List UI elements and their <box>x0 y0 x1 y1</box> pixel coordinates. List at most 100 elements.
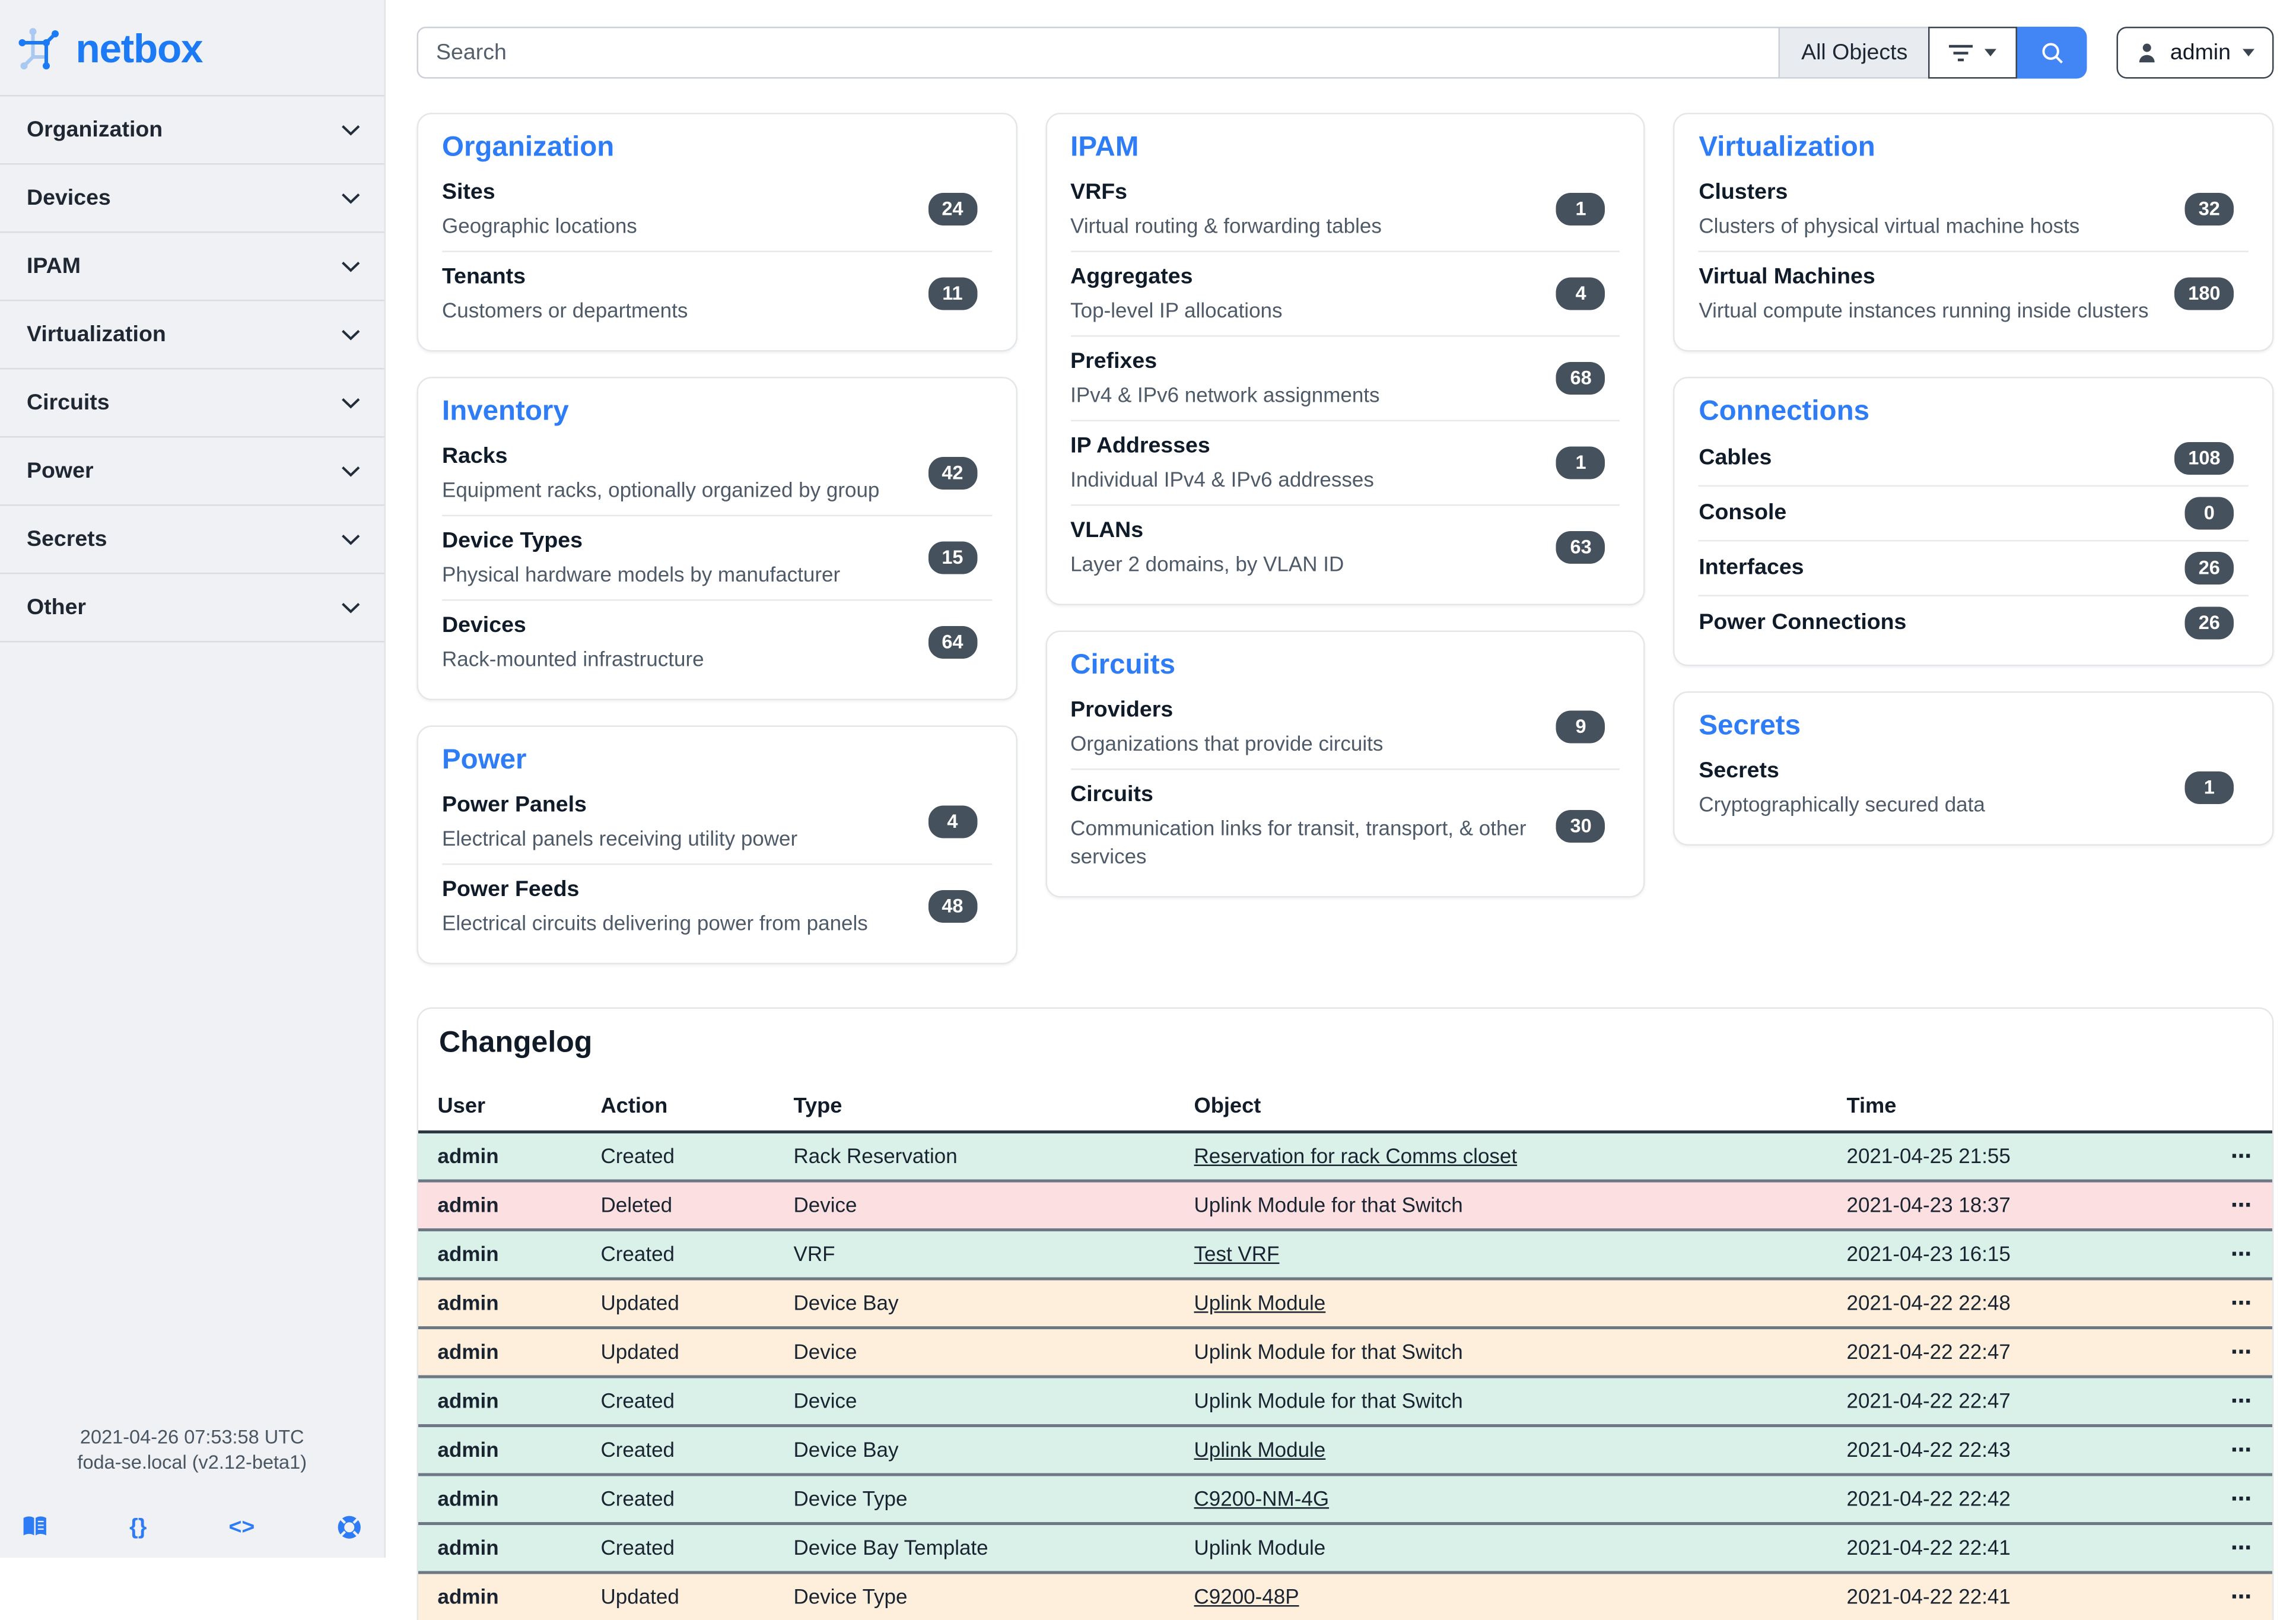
card-item-vrfs[interactable]: VRFs Virtual routing & forwarding tables… <box>1070 168 1620 251</box>
search-input[interactable] <box>417 27 1779 79</box>
card-item-sites[interactable]: Sites Geographic locations 24 <box>442 168 992 251</box>
card-item-racks[interactable]: Racks Equipment racks, optionally organi… <box>442 432 992 515</box>
row-menu-button[interactable]: ⋯ <box>2198 1328 2272 1377</box>
card-item-vlans[interactable]: VLANs Layer 2 domains, by VLAN ID 63 <box>1070 504 1620 589</box>
card-item-power-connections[interactable]: Power Connections 26 <box>1699 595 2249 650</box>
count-badge[interactable]: 63 <box>1556 531 1605 564</box>
sidebar-item-other[interactable]: Other <box>0 574 384 643</box>
card-item-aggregates[interactable]: Aggregates Top-level IP allocations 4 <box>1070 251 1620 336</box>
count-badge[interactable]: 180 <box>2175 278 2234 310</box>
brand-logo[interactable]: netbox <box>0 0 384 95</box>
card-item-label[interactable]: IP Addresses <box>1070 432 1374 462</box>
object-link[interactable]: Uplink Module <box>1194 1291 1326 1314</box>
count-badge[interactable]: 24 <box>928 193 977 225</box>
count-badge[interactable]: 11 <box>928 278 977 310</box>
card-item-tenants[interactable]: Tenants Customers or departments 11 <box>442 251 992 336</box>
card-item-power-panels[interactable]: Power Panels Electrical panels receiving… <box>442 780 992 863</box>
object-link[interactable]: C9200-48P <box>1194 1584 1299 1608</box>
row-menu-button[interactable]: ⋯ <box>2198 1524 2272 1573</box>
count-badge[interactable]: 9 <box>1556 711 1605 744</box>
count-badge[interactable]: 68 <box>1556 362 1605 395</box>
card-item-console[interactable]: Console 0 <box>1699 485 2249 541</box>
braces-icon[interactable]: {} <box>129 1514 147 1539</box>
card-item-devices[interactable]: Devices Rack-mounted infrastructure 64 <box>442 599 992 684</box>
card-item-device-types[interactable]: Device Types Physical hardware models by… <box>442 515 992 600</box>
count-badge[interactable]: 48 <box>928 890 977 923</box>
count-badge[interactable]: 32 <box>2185 193 2234 225</box>
object-link[interactable]: Test VRF <box>1194 1242 1280 1266</box>
row-menu-button[interactable]: ⋯ <box>2198 1279 2272 1328</box>
card-item-prefixes[interactable]: Prefixes IPv4 & IPv6 network assignments… <box>1070 335 1620 420</box>
card-item-label[interactable]: Aggregates <box>1070 263 1282 293</box>
count-badge[interactable]: 15 <box>928 542 977 574</box>
search-button[interactable] <box>2017 27 2087 79</box>
count-badge[interactable]: 4 <box>928 806 977 838</box>
sidebar-item-devices[interactable]: Devices <box>0 165 384 233</box>
filter-button[interactable] <box>1928 27 2017 79</box>
card-item-circuits[interactable]: Circuits Communication links for transit… <box>1070 768 1620 881</box>
search-scope-select[interactable]: All Objects <box>1779 27 1930 79</box>
card-item-clusters[interactable]: Clusters Clusters of physical virtual ma… <box>1699 168 2249 251</box>
card-item-label[interactable]: Circuits <box>1070 780 1556 810</box>
count-badge[interactable]: 0 <box>2185 497 2234 530</box>
card-item-label[interactable]: Providers <box>1070 696 1383 726</box>
card-item-label[interactable]: Racks <box>442 442 879 472</box>
row-menu-button[interactable]: ⋯ <box>2198 1426 2272 1475</box>
card-item-desc: Geographic locations <box>442 212 637 241</box>
card-item-label[interactable]: VLANs <box>1070 516 1344 546</box>
sidebar-item-circuits[interactable]: Circuits <box>0 370 384 438</box>
sidebar-item-power[interactable]: Power <box>0 438 384 506</box>
sidebar-item-organization[interactable]: Organization <box>0 97 384 165</box>
card-item-label[interactable]: Device Types <box>442 527 840 557</box>
count-badge[interactable]: 26 <box>2185 552 2234 585</box>
card-item-cables[interactable]: Cables 108 <box>1699 432 2249 485</box>
user-menu-button[interactable]: admin <box>2117 27 2274 79</box>
card-item-label[interactable]: Power Feeds <box>442 875 868 905</box>
card-item-power-feeds[interactable]: Power Feeds Electrical circuits deliveri… <box>442 863 992 948</box>
row-menu-button[interactable]: ⋯ <box>2198 1573 2272 1620</box>
card-item-interfaces[interactable]: Interfaces 26 <box>1699 540 2249 595</box>
count-badge[interactable]: 26 <box>2185 607 2234 640</box>
count-badge[interactable]: 108 <box>2175 442 2234 475</box>
count-badge[interactable]: 30 <box>1556 809 1605 842</box>
card-item-virtual-machines[interactable]: Virtual Machines Virtual compute instanc… <box>1699 251 2249 336</box>
card-title: Secrets <box>1699 711 2249 744</box>
sidebar-item-secrets[interactable]: Secrets <box>0 506 384 574</box>
lifebuoy-icon[interactable] <box>336 1514 362 1539</box>
card-item-label[interactable]: Cables <box>1699 444 1772 474</box>
card-item-label[interactable]: Tenants <box>442 263 688 293</box>
card-item-ip-addresses[interactable]: IP Addresses Individual IPv4 & IPv6 addr… <box>1070 420 1620 505</box>
sidebar-item-virtualization[interactable]: Virtualization <box>0 301 384 370</box>
object-link[interactable]: Reservation for rack Comms closet <box>1194 1144 1518 1168</box>
sidebar-item-ipam[interactable]: IPAM <box>0 233 384 301</box>
object-link[interactable]: Uplink Module <box>1194 1438 1326 1462</box>
card-item-label[interactable]: Power Panels <box>442 791 797 821</box>
card-item-label[interactable]: Interfaces <box>1699 554 1804 583</box>
card-item-secrets[interactable]: Secrets Cryptographically secured data 1 <box>1699 747 2249 830</box>
card-item-label[interactable]: Clusters <box>1699 178 2079 208</box>
card-item-label[interactable]: Power Connections <box>1699 608 1906 638</box>
card-item-label[interactable]: Secrets <box>1699 757 1985 786</box>
code-icon[interactable]: <> <box>228 1514 255 1539</box>
book-icon[interactable] <box>23 1515 48 1539</box>
cell-user: admin <box>418 1132 581 1181</box>
count-badge[interactable]: 1 <box>1556 193 1605 225</box>
card-item-label[interactable]: Sites <box>442 178 637 208</box>
card-item-label[interactable]: VRFs <box>1070 178 1382 208</box>
row-menu-button[interactable]: ⋯ <box>2198 1181 2272 1230</box>
count-badge[interactable]: 4 <box>1556 278 1605 310</box>
count-badge[interactable]: 64 <box>928 626 977 659</box>
object-link[interactable]: C9200-NM-4G <box>1194 1486 1330 1510</box>
count-badge[interactable]: 1 <box>1556 447 1605 479</box>
card-item-label[interactable]: Prefixes <box>1070 347 1379 377</box>
card-item-providers[interactable]: Providers Organizations that provide cir… <box>1070 685 1620 768</box>
row-menu-button[interactable]: ⋯ <box>2198 1475 2272 1524</box>
row-menu-button[interactable]: ⋯ <box>2198 1132 2272 1181</box>
row-menu-button[interactable]: ⋯ <box>2198 1230 2272 1279</box>
count-badge[interactable]: 42 <box>928 457 977 490</box>
card-item-label[interactable]: Devices <box>442 611 704 641</box>
row-menu-button[interactable]: ⋯ <box>2198 1377 2272 1426</box>
card-item-label[interactable]: Virtual Machines <box>1699 263 2148 293</box>
count-badge[interactable]: 1 <box>2185 771 2234 804</box>
card-item-label[interactable]: Console <box>1699 498 1786 528</box>
